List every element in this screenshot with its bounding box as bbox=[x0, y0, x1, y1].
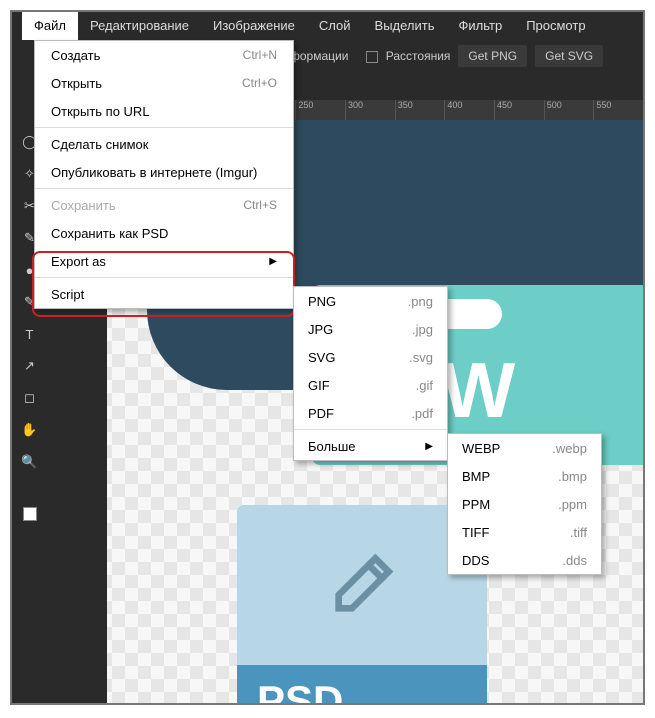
type-tool-icon[interactable]: T bbox=[18, 322, 42, 346]
menu-item-save: СохранитьCtrl+S bbox=[35, 191, 293, 219]
export-more-submenu: WEBP.webp BMP.bmp PPM.ppm TIFF.tiff DDS.… bbox=[447, 433, 602, 575]
app-frame: Файл Редактирование Изображение Слой Выд… bbox=[10, 10, 645, 705]
distance-checkbox[interactable] bbox=[366, 51, 378, 63]
export-jpg[interactable]: JPG.jpg bbox=[294, 315, 447, 343]
menu-item-publish[interactable]: Опубликовать в интернете (Imgur) bbox=[35, 158, 293, 186]
menu-item-open[interactable]: ОткрытьCtrl+O bbox=[35, 69, 293, 97]
menu-file[interactable]: Файл bbox=[22, 12, 78, 40]
menu-layer[interactable]: Слой bbox=[307, 12, 363, 40]
menu-item-screenshot[interactable]: Сделать снимок bbox=[35, 130, 293, 158]
chevron-right-icon: ▶ bbox=[269, 256, 277, 267]
options-bar: формации Расстояния Get PNG Get SVG bbox=[282, 40, 611, 72]
hand-tool-icon[interactable]: ✋ bbox=[18, 418, 42, 442]
export-gif[interactable]: GIF.gif bbox=[294, 371, 447, 399]
menu-item-export-as[interactable]: Export as▶ bbox=[35, 247, 293, 275]
zoom-tool-icon[interactable]: 🔍 bbox=[18, 450, 42, 474]
export-more[interactable]: Больше▶ bbox=[294, 432, 447, 460]
menu-item-new[interactable]: СоздатьCtrl+N bbox=[35, 41, 293, 69]
transform-label: формации bbox=[290, 49, 348, 63]
export-dds[interactable]: DDS.dds bbox=[448, 546, 601, 574]
psd-label: PSD bbox=[257, 677, 487, 705]
path-tool-icon[interactable]: ↗ bbox=[18, 354, 42, 378]
export-submenu: PNG.png JPG.jpg SVG.svg GIF.gif PDF.pdf … bbox=[293, 286, 448, 461]
export-svg[interactable]: SVG.svg bbox=[294, 343, 447, 371]
menu-item-script[interactable]: Script bbox=[35, 280, 293, 308]
get-svg-button[interactable]: Get SVG bbox=[535, 45, 603, 67]
menu-item-open-url[interactable]: Открыть по URL bbox=[35, 97, 293, 125]
cursor-icon bbox=[620, 408, 645, 493]
export-ppm[interactable]: PPM.ppm bbox=[448, 490, 601, 518]
get-png-button[interactable]: Get PNG bbox=[458, 45, 527, 67]
menu-edit[interactable]: Редактирование bbox=[78, 12, 201, 40]
export-tiff[interactable]: TIFF.tiff bbox=[448, 518, 601, 546]
menu-filter[interactable]: Фильтр bbox=[447, 12, 515, 40]
menu-image[interactable]: Изображение bbox=[201, 12, 307, 40]
menu-view[interactable]: Просмотр bbox=[514, 12, 597, 40]
export-pdf[interactable]: PDF.pdf bbox=[294, 399, 447, 427]
file-menu: СоздатьCtrl+N ОткрытьCtrl+O Открыть по U… bbox=[34, 40, 294, 309]
export-png[interactable]: PNG.png bbox=[294, 287, 447, 315]
menubar: Файл Редактирование Изображение Слой Выд… bbox=[12, 12, 643, 40]
export-bmp[interactable]: BMP.bmp bbox=[448, 462, 601, 490]
swatch-icon[interactable] bbox=[18, 502, 42, 526]
export-webp[interactable]: WEBP.webp bbox=[448, 434, 601, 462]
shape-tool-icon[interactable]: ◻ bbox=[18, 386, 42, 410]
menu-select[interactable]: Выделить bbox=[363, 12, 447, 40]
chevron-right-icon: ▶ bbox=[425, 441, 433, 452]
menu-item-save-psd[interactable]: Сохранить как PSD bbox=[35, 219, 293, 247]
distance-label: Расстояния bbox=[386, 49, 451, 63]
